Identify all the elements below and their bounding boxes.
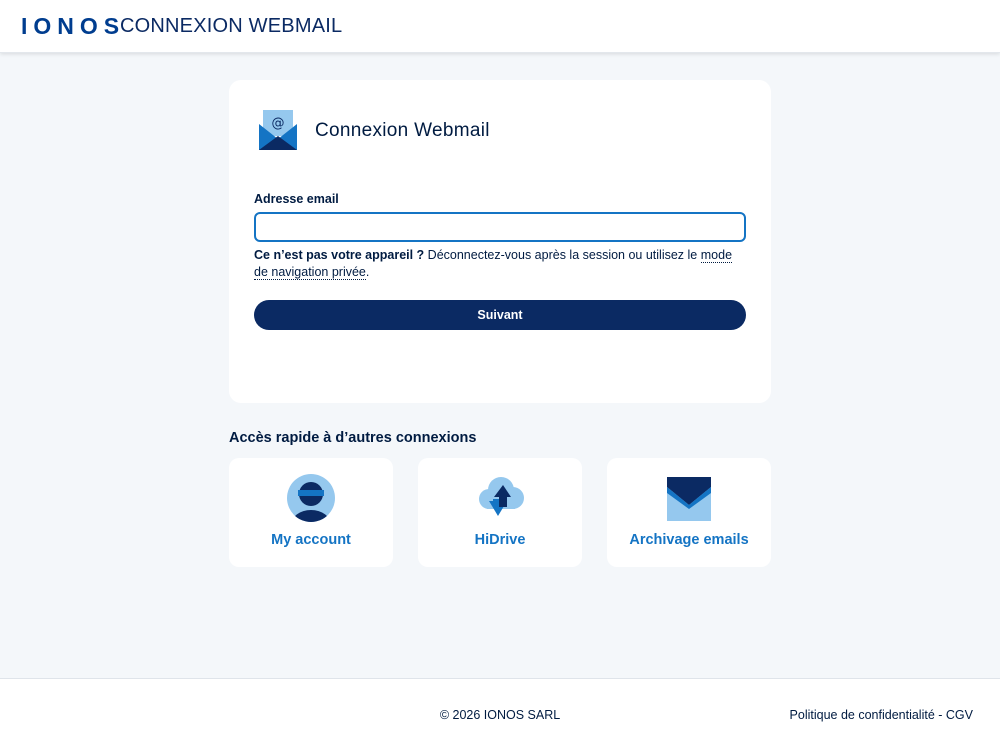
tile-label: HiDrive: [474, 532, 526, 548]
mail-archive-icon: [667, 477, 711, 521]
tile-my-account[interactable]: My account: [229, 458, 393, 567]
login-title: Connexion Webmail: [315, 120, 490, 141]
ionos-logo[interactable]: IONOS: [21, 13, 125, 40]
notice-end: .: [365, 265, 370, 279]
tile-hidrive[interactable]: HiDrive: [418, 458, 582, 567]
webmail-envelope-icon: @: [259, 110, 297, 150]
top-header: IONOS CONNEXION WEBMAIL: [0, 0, 1000, 53]
login-card: @ Connexion Webmail Adresse email Ce n’e…: [229, 80, 771, 403]
svg-text:@: @: [272, 116, 285, 131]
notice-text: Déconnectez-vous après la session ou uti…: [424, 248, 701, 262]
terms-link[interactable]: CGV: [946, 708, 973, 722]
privacy-policy-link[interactable]: Politique de confidentialité: [790, 708, 935, 722]
email-field[interactable]: [254, 212, 746, 242]
email-label: Adresse email: [254, 192, 339, 206]
cloud-upload-icon: [479, 477, 524, 516]
tile-label: My account: [271, 532, 351, 548]
user-account-icon: [287, 474, 335, 522]
notice-bold: Ce n’est pas votre appareil ?: [254, 248, 425, 262]
tile-label: Archivage emails: [629, 532, 749, 548]
private-device-notice: Ce n’est pas votre appareil ? Déconnecte…: [254, 247, 746, 281]
link-separator: -: [934, 708, 946, 722]
page-footer: © 2026 IONOS SARL Politique de confident…: [0, 678, 1000, 750]
quick-access-heading: Accès rapide à d’autres connexions: [229, 430, 477, 446]
legal-links: Politique de confidentialité - CGV: [790, 708, 973, 722]
page-heading: CONNEXION WEBMAIL: [120, 15, 343, 37]
next-button[interactable]: Suivant: [254, 300, 746, 330]
tile-archivage-emails[interactable]: Archivage emails: [607, 458, 771, 567]
